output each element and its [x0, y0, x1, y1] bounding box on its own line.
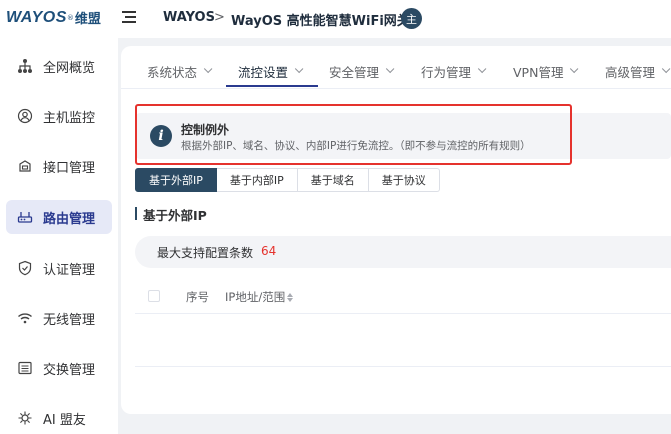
sidebar-item-auth[interactable]: 认证管理 — [6, 251, 112, 285]
shield-check-icon — [17, 260, 33, 276]
breadcrumb-separator: > — [214, 10, 225, 25]
router-icon — [17, 209, 33, 225]
sidebar: 全网概览 主机监控 接口管理 路由管理 认证管理 无线管理 交换管理 AI 盟友 — [0, 38, 118, 434]
section-title: 基于外部IP — [143, 208, 207, 223]
sort-icon[interactable] — [287, 292, 294, 302]
tab-behavior[interactable]: 行为管理 — [421, 54, 487, 88]
tab-vpn[interactable]: VPN管理 — [513, 54, 579, 88]
column-header-ip-label: IP地址/范围 — [225, 290, 286, 304]
sidebar-item-label: 路由管理 — [43, 211, 96, 227]
sidebar-item-label: 无线管理 — [43, 312, 96, 328]
user-circle-icon — [17, 108, 33, 124]
breadcrumb-root[interactable]: WAYOS — [163, 10, 215, 25]
switch-icon — [17, 360, 33, 376]
top-bar: WAYOS ® 维盟 WAYOS > WayOS 高性能智慧WiFi网关 主 — [0, 0, 671, 38]
user-avatar[interactable]: 主 — [401, 8, 422, 29]
breadcrumb-current: WayOS 高性能智慧WiFi网关 — [231, 14, 410, 29]
info-icon: i — [150, 125, 172, 147]
tab-label: 高级管理 — [605, 64, 656, 80]
sidebar-item-label: AI 盟友 — [43, 412, 86, 428]
subtab-external-ip[interactable]: 基于外部IP — [135, 168, 217, 192]
network-topology-icon — [17, 58, 33, 74]
logo-chinese-text: 维盟 — [74, 12, 101, 27]
chevron-down-icon — [385, 64, 395, 74]
info-description: 根据外部IP、域名、协议、内部IP进行免流控。（即不参与流控的所有规则） — [181, 140, 531, 152]
menu-toggle-icon[interactable] — [122, 11, 136, 25]
tab-label: 系统状态 — [147, 64, 198, 80]
section-marker — [135, 207, 137, 220]
column-header-ip[interactable]: IP地址/范围 — [225, 289, 294, 305]
logo-text: WAYOS — [6, 8, 67, 26]
sidebar-item-routing[interactable]: 路由管理 — [6, 200, 112, 234]
sidebar-item-wireless[interactable]: 无线管理 — [6, 301, 112, 335]
tab-label: VPN管理 — [513, 64, 564, 80]
chevron-down-icon — [203, 64, 213, 74]
sidebar-item-label: 全网概览 — [43, 60, 96, 76]
subtab-domain[interactable]: 基于域名 — [297, 168, 369, 192]
table-header-divider — [135, 313, 671, 314]
tab-label: 安全管理 — [329, 64, 380, 80]
tab-flow-control[interactable]: 流控设置 — [238, 54, 304, 88]
chevron-down-icon — [477, 64, 487, 74]
ai-icon — [17, 410, 33, 426]
select-all-checkbox[interactable] — [148, 290, 160, 302]
sidebar-item-label: 认证管理 — [43, 262, 96, 278]
active-tab-indicator — [226, 85, 318, 87]
sidebar-item-label: 交换管理 — [43, 362, 96, 378]
sidebar-item-switch[interactable]: 交换管理 — [6, 351, 112, 385]
sidebar-item-host-monitor[interactable]: 主机监控 — [6, 99, 112, 133]
chevron-down-icon — [294, 64, 304, 74]
subtab-protocol[interactable]: 基于协议 — [368, 168, 440, 192]
tab-system-status[interactable]: 系统状态 — [147, 54, 213, 88]
interface-port-icon — [17, 158, 33, 174]
limit-label: 最大支持配置条数 — [157, 246, 254, 260]
tab-label: 行为管理 — [421, 64, 472, 80]
tab-security[interactable]: 安全管理 — [329, 54, 395, 88]
limit-value: 64 — [261, 244, 277, 258]
table-empty-row-divider — [135, 366, 671, 367]
sidebar-item-ai[interactable]: AI 盟友 — [6, 401, 112, 434]
sidebar-item-label: 接口管理 — [43, 160, 96, 176]
column-header-seq: 序号 — [186, 290, 209, 304]
info-title: 控制例外 — [181, 123, 230, 137]
tab-divider — [121, 88, 671, 89]
tab-advanced[interactable]: 高级管理 — [605, 54, 671, 88]
main-card — [121, 46, 671, 414]
sidebar-item-label: 主机监控 — [43, 110, 96, 126]
sub-tabs: 基于外部IP 基于内部IP 基于域名 基于协议 — [135, 168, 440, 192]
top-tabs: 系统状态 流控设置 安全管理 行为管理 VPN管理 高级管理 — [121, 54, 671, 88]
chevron-down-icon — [570, 64, 579, 74]
sidebar-item-overview[interactable]: 全网概览 — [6, 49, 112, 83]
sidebar-item-interface[interactable]: 接口管理 — [6, 149, 112, 183]
logo-registered-mark: ® — [66, 13, 74, 22]
wifi-icon — [17, 310, 33, 326]
subtab-internal-ip[interactable]: 基于内部IP — [216, 168, 298, 192]
wayos-logo: WAYOS ® 维盟 — [6, 8, 101, 28]
tab-label: 流控设置 — [238, 64, 289, 80]
chevron-down-icon — [661, 64, 671, 74]
